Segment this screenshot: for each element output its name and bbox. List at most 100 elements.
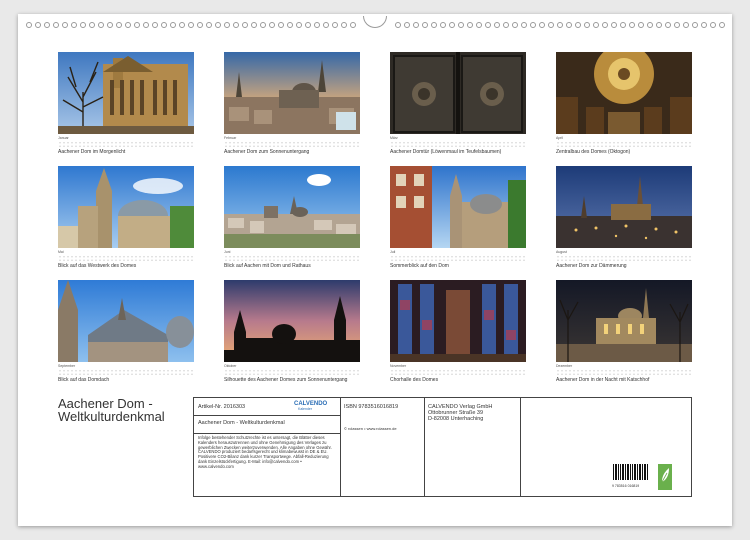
binding-ring (530, 22, 536, 28)
binding-ring (683, 22, 689, 28)
binding-ring (719, 22, 725, 28)
binding-ring (71, 22, 77, 28)
binding-ring (296, 22, 302, 28)
month-label: Juni (224, 250, 231, 254)
photo-juli (390, 166, 526, 248)
day-grid (58, 369, 194, 376)
binding-ring (332, 22, 338, 28)
photo-caption: Aachener Dom im Morgenlicht (58, 149, 126, 155)
photo-oktober (224, 280, 360, 362)
binding-ring (134, 22, 140, 28)
month-thumb-juni[interactable]: Juni Blick auf Aachen mit Dom und Rathau… (224, 166, 360, 269)
binding-ring (107, 22, 113, 28)
barcode-icon (613, 464, 648, 480)
binding-ring (494, 22, 500, 28)
binding-ring (449, 22, 455, 28)
binding-ring (674, 22, 680, 28)
month-label: August (556, 250, 567, 254)
month-thumb-februar[interactable]: Februar Aachener Dom zum Sonnenuntergang (224, 52, 360, 155)
calendar-title: Aachener Dom - Weltkulturdenkmal (58, 397, 165, 423)
month-label: April (556, 136, 564, 140)
calendar-name: Aachener Dom - Weltkulturdenkmal (198, 420, 285, 426)
binding-ring (710, 22, 716, 28)
binding-ring (26, 22, 32, 28)
calvendo-logo-sub: Kalender (298, 407, 313, 411)
isbn: ISBN 9783516016819 (344, 404, 399, 410)
day-grid (556, 255, 692, 262)
title-line-2: Weltkulturdenkmal (58, 409, 165, 424)
photo-januar (58, 52, 194, 134)
photo-dezember (556, 280, 692, 362)
binding-ring (305, 22, 311, 28)
copyright: © rclassen • www.rclassen.de (344, 426, 397, 431)
binding-ring (161, 22, 167, 28)
binding-ring (557, 22, 563, 28)
month-label: Oktober (224, 364, 237, 368)
binding-ring (638, 22, 644, 28)
binding-ring (206, 22, 212, 28)
divider (194, 415, 340, 416)
binding-ring (620, 22, 626, 28)
photo-caption: Aachener Dom zum Sonnenuntergang (224, 149, 310, 155)
binding-ring (116, 22, 122, 28)
month-label: September (58, 364, 76, 368)
day-grid (556, 141, 692, 148)
month-thumb-mai[interactable]: Mai Blick auf das Westwerk des Domes (58, 166, 194, 269)
binding-ring (287, 22, 293, 28)
binding-ring (548, 22, 554, 28)
month-thumb-november[interactable]: November Chorhalle des Domes (390, 280, 526, 383)
day-grid (58, 141, 194, 148)
hanger-hook (363, 16, 387, 28)
binding-ring (125, 22, 131, 28)
binding-ring (467, 22, 473, 28)
binding-ring (89, 22, 95, 28)
month-label: November (390, 364, 407, 368)
info-col-barcode: 9 783516 016819 (520, 398, 691, 496)
binding-ring (62, 22, 68, 28)
month-thumb-maerz[interactable]: März Aachener Domtür (Löwenmaul im Teufe… (390, 52, 526, 155)
binding-ring (602, 22, 608, 28)
binding-ring (44, 22, 50, 28)
info-col-article: Artikel-Nr. 2016303 CALVENDO Kalender Aa… (194, 398, 341, 496)
photo-mai (58, 166, 194, 248)
month-thumb-januar[interactable]: Januar Aachener Dom im Morgenlicht (58, 52, 194, 155)
month-thumb-juli[interactable]: Juli Sommerblick auf den Dom (390, 166, 526, 269)
month-thumb-oktober[interactable]: Oktober Silhouette des Aachener Domes zu… (224, 280, 360, 383)
binding-ring (278, 22, 284, 28)
day-grid (390, 369, 526, 376)
photo-maerz (390, 52, 526, 134)
binding-ring (692, 22, 698, 28)
binding-ring (629, 22, 635, 28)
info-box: Artikel-Nr. 2016303 CALVENDO Kalender Aa… (193, 397, 692, 497)
month-label: Januar (58, 136, 69, 140)
binding-ring (341, 22, 347, 28)
day-grid (390, 141, 526, 148)
binding-ring (701, 22, 707, 28)
month-label: Dezember (556, 364, 573, 368)
spiral-binding (18, 16, 732, 32)
photo-caption: Chorhalle des Domes (390, 377, 439, 383)
photo-caption: Blick auf das Domdach (58, 377, 110, 383)
month-thumb-september[interactable]: September Blick auf das Domdach (58, 280, 194, 383)
publisher-city: D-82008 Unterhaching (428, 416, 484, 422)
binding-ring (152, 22, 158, 28)
binding-ring (53, 22, 59, 28)
info-col-publisher: CALVENDO Verlag GmbH Ottobrunner Straße … (424, 398, 521, 496)
day-grid (224, 369, 360, 376)
binding-ring (404, 22, 410, 28)
day-grid (556, 369, 692, 376)
month-thumb-august[interactable]: August Aachener Dom zur Dämmerung (556, 166, 692, 269)
photo-caption: Sommerblick auf den Dom (390, 263, 449, 269)
binding-ring (35, 22, 41, 28)
binding-ring (611, 22, 617, 28)
binding-ring (593, 22, 599, 28)
binding-ring (179, 22, 185, 28)
barcode-number: 9 783516 016819 (612, 484, 640, 488)
month-thumb-april[interactable]: April Zentralbau des Domes (Oktogon) (556, 52, 692, 155)
month-thumb-dezember[interactable]: Dezember Aachener Dom in der Nacht mit K… (556, 280, 692, 383)
binding-ring (242, 22, 248, 28)
photo-caption: Aachener Dom zur Dämmerung (556, 263, 627, 269)
recycle-leaf-icon (658, 464, 672, 490)
binding-ring (395, 22, 401, 28)
photo-november (390, 280, 526, 362)
